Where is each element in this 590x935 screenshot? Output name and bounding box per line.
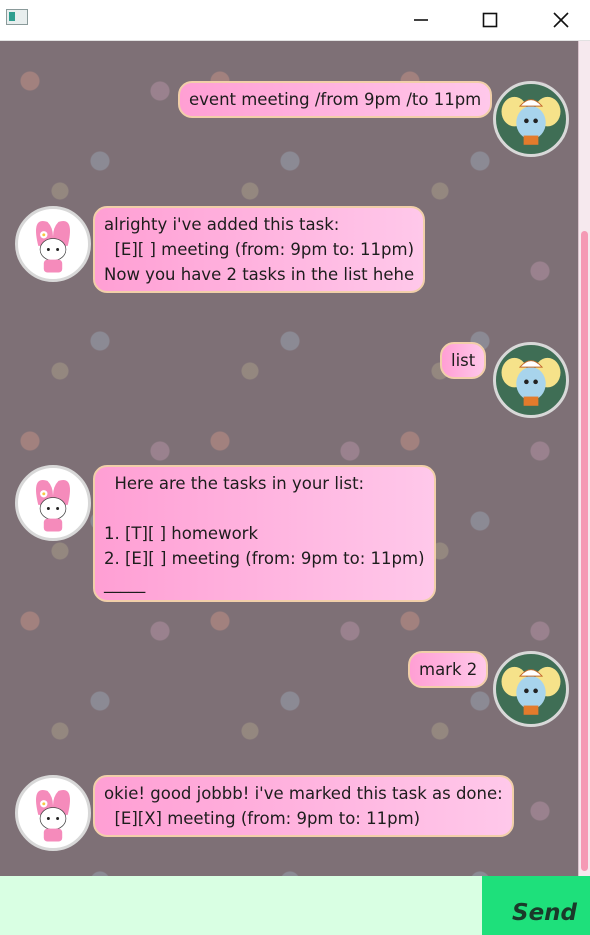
minimize-icon	[414, 19, 428, 21]
message-input[interactable]	[0, 876, 482, 935]
user-message-bubble: mark 2	[408, 651, 489, 688]
app-icon	[6, 9, 28, 25]
bot-message-bubble: Here are the tasks in your list: 1. [T][…	[93, 465, 436, 602]
minimize-button[interactable]	[398, 0, 444, 40]
close-button[interactable]	[538, 0, 584, 40]
user-message-bubble: event meeting /from 9pm /to 11pm	[178, 81, 493, 118]
send-button[interactable]: Send	[482, 876, 590, 935]
my-melody-avatar-icon	[15, 465, 91, 541]
maximize-button[interactable]	[467, 0, 513, 40]
maximize-icon	[482, 12, 498, 28]
chat-scrollbar[interactable]	[578, 41, 590, 876]
my-melody-avatar-icon	[15, 775, 91, 851]
scrollbar-thumb[interactable]	[581, 231, 588, 871]
bot-message-bubble: okie! good jobbb! i've marked this task …	[93, 775, 514, 837]
title-bar	[0, 0, 590, 41]
close-icon	[553, 12, 569, 28]
user-message-bubble: list	[440, 342, 487, 379]
elephant-avatar-icon	[493, 81, 569, 157]
bot-message-bubble: alrighty i've added this task: [E][ ] me…	[93, 206, 426, 293]
elephant-avatar-icon	[493, 342, 569, 418]
chat-scroll-area[interactable]: event meeting /from 9pm /to 11pm alright…	[0, 41, 578, 876]
elephant-avatar-icon	[493, 651, 569, 727]
my-melody-avatar-icon	[15, 206, 91, 282]
